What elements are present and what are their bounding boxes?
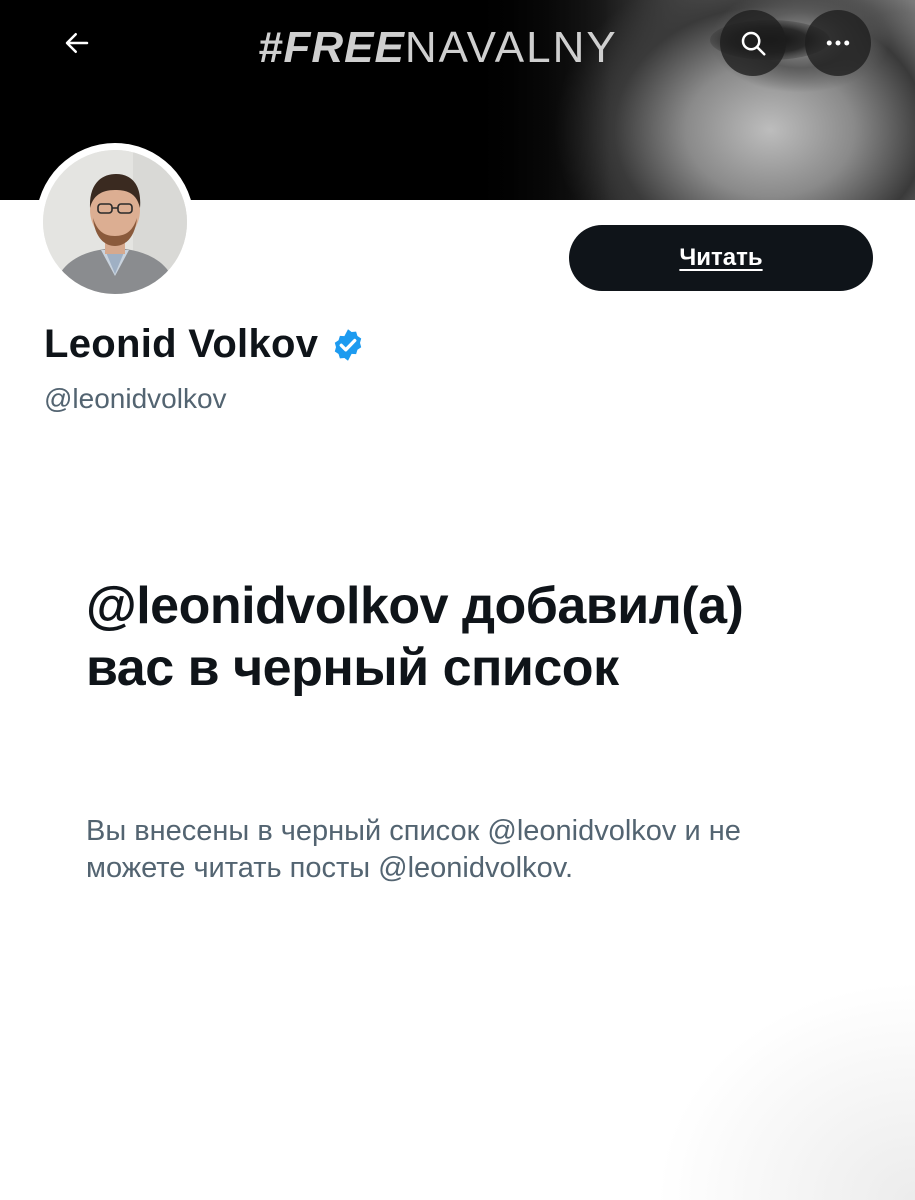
blocked-title: @leonidvolkov добавил(а) вас в черный сп… <box>86 577 744 697</box>
avatar-photo <box>43 150 187 294</box>
back-button[interactable] <box>44 10 110 76</box>
profile-name-row: Leonid Volkov <box>44 322 366 367</box>
arrow-left-icon <box>65 33 89 53</box>
avatar[interactable] <box>36 143 194 301</box>
banner-title: #FREE NAVALNY <box>258 20 618 76</box>
profile-handle: @leonidvolkov <box>44 383 227 414</box>
more-horizontal-icon <box>826 40 850 46</box>
display-name: Leonid Volkov <box>44 322 319 366</box>
follow-button[interactable]: Читать <box>569 225 873 291</box>
search-button[interactable] <box>720 10 786 76</box>
banner-title-bold: #FREE <box>258 23 405 72</box>
blocked-message: Вы внесены в черный список @leonidvolkov… <box>86 815 741 884</box>
search-icon <box>741 31 766 56</box>
more-button[interactable] <box>805 10 871 76</box>
banner-title-light: NAVALNY <box>404 23 618 72</box>
verified-badge-icon <box>335 328 362 361</box>
